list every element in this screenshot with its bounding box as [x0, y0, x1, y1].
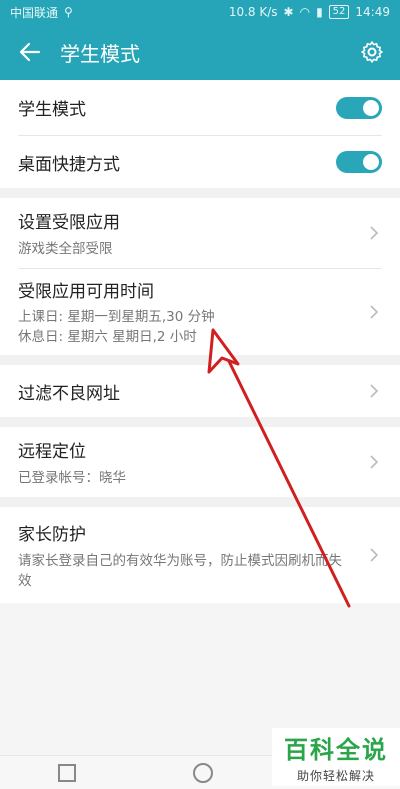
chevron-right-icon: [370, 384, 379, 398]
carrier-label: 中国联通: [10, 5, 59, 20]
app-bar: 学生模式: [0, 24, 400, 80]
clock: 14:49: [355, 5, 390, 19]
remote-location-row[interactable]: 远程定位 已登录帐号：晓华: [0, 427, 400, 497]
student-mode-row[interactable]: 学生模式: [0, 80, 400, 135]
wifi-icon: ◠: [299, 5, 311, 19]
restriction-group: 设置受限应用 游戏类全部受限 受限应用可用时间 上课日: 星期一到星期五,30 …: [0, 198, 400, 355]
filter-group: 过滤不良网址: [0, 365, 400, 417]
parental-protection-row[interactable]: 家长防护 请家长登录自己的有效华为账号，防止模式因刷机而失效: [0, 507, 400, 603]
chevron-right-icon: [370, 305, 379, 319]
section-gap: [0, 417, 400, 427]
usb-icon: ⚲: [64, 5, 73, 19]
settings-button[interactable]: [344, 24, 400, 80]
gear-icon: [361, 41, 383, 63]
weekday-limit: 上课日: 星期一到星期五,30 分钟: [18, 309, 215, 325]
parental-group: 家长防护 请家长登录自己的有效华为账号，防止模式因刷机而失效: [0, 507, 400, 603]
student-mode-label: 学生模式: [18, 100, 86, 120]
arrow-left-icon: [19, 42, 41, 62]
chevron-right-icon: [370, 455, 379, 469]
usage-time-label: 受限应用可用时间: [18, 282, 154, 302]
section-gap: [0, 355, 400, 365]
chevron-right-icon: [370, 548, 379, 562]
restricted-apps-row[interactable]: 设置受限应用 游戏类全部受限: [0, 198, 400, 268]
toggle-group: 学生模式 桌面快捷方式: [0, 80, 400, 188]
usage-time-row[interactable]: 受限应用可用时间 上课日: 星期一到星期五,30 分钟 休息日: 星期六 星期日…: [0, 269, 400, 355]
section-gap: [0, 497, 400, 507]
filter-urls-label: 过滤不良网址: [18, 383, 120, 404]
network-speed: 10.8 K/s: [228, 5, 278, 19]
section-gap: [0, 188, 400, 198]
home-button[interactable]: [192, 762, 213, 783]
bluetooth-icon: ✱: [283, 5, 294, 19]
signal-icon: ▮: [316, 5, 323, 19]
desktop-shortcut-label: 桌面快捷方式: [18, 154, 120, 175]
watermark-subtitle: 助你轻松解决: [296, 769, 375, 783]
desktop-shortcut-toggle[interactable]: [336, 151, 382, 173]
remote-location-label: 远程定位: [18, 441, 86, 462]
back-button[interactable]: [0, 24, 60, 80]
settings-list: 学生模式 桌面快捷方式 设置受限应用 游戏类全部受限 受限应用可用时间 上课日:…: [0, 80, 400, 603]
restricted-apps-label: 设置受限应用: [18, 212, 120, 233]
parental-protection-label: 家长防护: [18, 524, 86, 545]
filter-urls-row[interactable]: 过滤不良网址: [0, 365, 400, 417]
page-title: 学生模式: [60, 41, 140, 66]
weekend-limit: 休息日: 星期六 星期日,2 小时: [18, 329, 197, 345]
desktop-shortcut-row[interactable]: 桌面快捷方式: [0, 136, 400, 188]
status-bar: 中国联通 ⚲ 10.8 K/s ✱ ◠ ▮ 52 14:49: [0, 0, 400, 24]
recent-apps-button[interactable]: [58, 763, 77, 782]
watermark-title: 百科全说: [284, 736, 388, 764]
student-mode-toggle[interactable]: [336, 96, 382, 119]
toggle-knob: [363, 99, 379, 116]
watermark-logo: 百科全说 助你轻松解决: [272, 728, 400, 786]
toggle-knob: [363, 154, 379, 170]
chevron-right-icon: [370, 226, 379, 240]
logged-in-account: 已登录帐号：晓华: [18, 469, 126, 486]
battery-level: 52: [328, 5, 350, 19]
parental-protection-desc: 请家长登录自己的有效华为账号，防止模式因刷机而失效: [18, 552, 342, 589]
restricted-apps-summary: 游戏类全部受限: [18, 240, 113, 257]
location-group: 远程定位 已登录帐号：晓华: [0, 427, 400, 497]
